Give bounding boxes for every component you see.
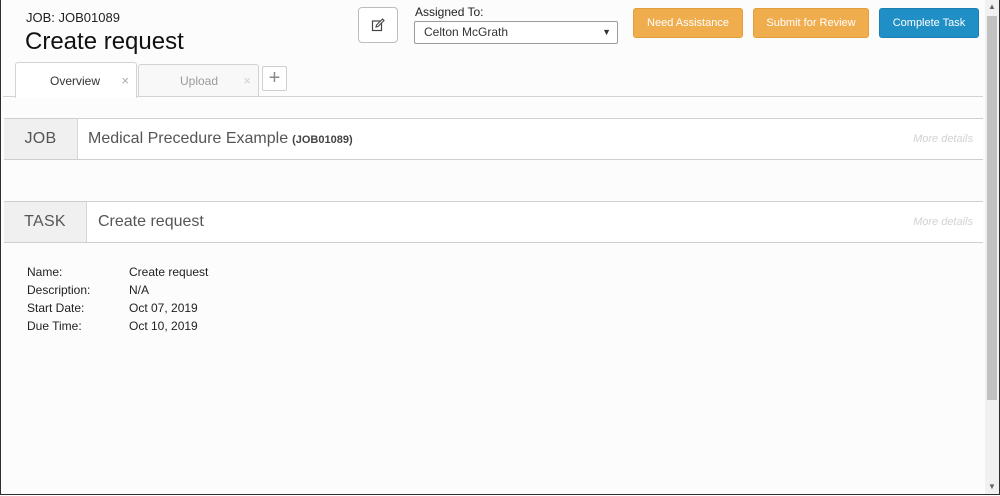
page-title: Create request bbox=[25, 28, 184, 55]
task-more-details-link[interactable]: More details bbox=[913, 216, 973, 228]
job-title-text: Medical Precedure Example bbox=[88, 130, 289, 147]
detail-row-start-date: Start Date: Oct 07, 2019 bbox=[27, 301, 327, 319]
detail-label: Due Time: bbox=[27, 319, 82, 333]
app-frame: JOB: JOB01089 Create request Assigned To… bbox=[0, 0, 1000, 495]
submit-for-review-button[interactable]: Submit for Review bbox=[753, 8, 869, 38]
close-icon[interactable]: × bbox=[121, 73, 129, 88]
tab-overview-label: Overview bbox=[50, 73, 101, 88]
job-section-title: Medical Precedure Example (JOB01089) bbox=[88, 130, 353, 148]
add-tab-button[interactable]: + bbox=[262, 66, 287, 91]
detail-row-description: Description: N/A bbox=[27, 283, 327, 301]
job-code: JOB: JOB01089 bbox=[26, 10, 120, 25]
scroll-up-arrow-icon[interactable]: ▲ bbox=[985, 0, 999, 14]
chevron-down-icon: ▼ bbox=[602, 27, 611, 37]
detail-row-name: Name: Create request bbox=[27, 265, 327, 283]
task-details: Name: Create request Description: N/A St… bbox=[27, 265, 327, 337]
assigned-to-value: Celton McGrath bbox=[424, 25, 509, 39]
tabs-divider bbox=[3, 96, 983, 97]
need-assistance-button[interactable]: Need Assistance bbox=[633, 8, 743, 38]
complete-task-button[interactable]: Complete Task bbox=[879, 8, 979, 38]
scrollbar-thumb[interactable] bbox=[987, 16, 997, 400]
job-more-details-link[interactable]: More details bbox=[913, 133, 973, 145]
tab-upload[interactable]: Upload × bbox=[138, 64, 259, 96]
detail-row-due-time: Due Time: Oct 10, 2019 bbox=[27, 319, 327, 337]
task-section: TASK Create request More details bbox=[4, 201, 983, 243]
detail-value: Oct 10, 2019 bbox=[129, 319, 198, 333]
assigned-to-select[interactable]: Celton McGrath ▼ bbox=[414, 21, 618, 44]
detail-value: Oct 07, 2019 bbox=[129, 301, 198, 315]
detail-value: N/A bbox=[129, 283, 150, 297]
detail-label: Start Date: bbox=[27, 301, 85, 315]
task-section-title: Create request bbox=[98, 213, 204, 230]
assigned-to-label: Assigned To: bbox=[415, 5, 484, 19]
detail-value: Create request bbox=[129, 265, 209, 279]
edit-button[interactable] bbox=[358, 7, 398, 43]
scroll-down-arrow-icon[interactable]: ▼ bbox=[985, 480, 999, 494]
tab-upload-label: Upload bbox=[180, 73, 219, 88]
task-section-tag: TASK bbox=[4, 202, 87, 242]
detail-label: Description: bbox=[27, 283, 91, 297]
vertical-scrollbar[interactable]: ▲ ▼ bbox=[985, 0, 999, 494]
tab-overview[interactable]: Overview × bbox=[15, 62, 137, 98]
close-icon[interactable]: × bbox=[243, 73, 251, 88]
detail-label: Name: bbox=[27, 265, 63, 279]
job-section-tag: JOB bbox=[4, 119, 78, 159]
job-section: JOB Medical Precedure Example (JOB01089) … bbox=[4, 118, 983, 160]
job-code-badge: (JOB01089) bbox=[292, 134, 353, 146]
edit-icon bbox=[371, 18, 385, 32]
